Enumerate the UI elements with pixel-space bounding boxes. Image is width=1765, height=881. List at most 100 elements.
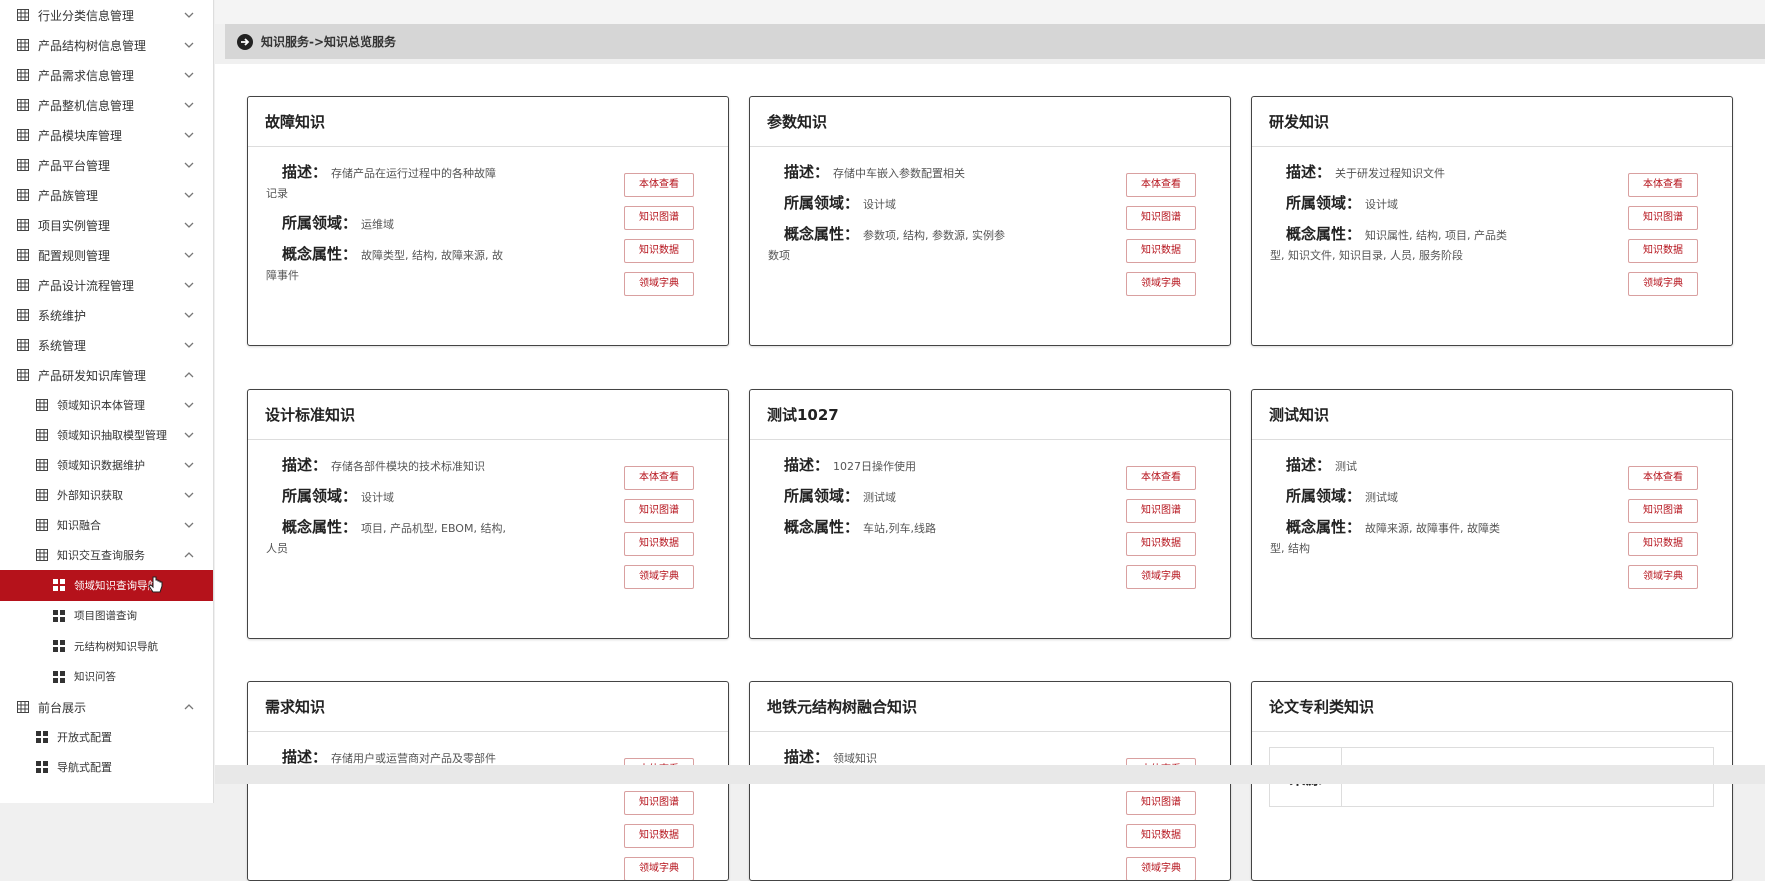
card-action-button-3[interactable]: 领域字典 [624, 565, 694, 589]
field-value: 设计域 [361, 491, 395, 504]
sidebar-item-8[interactable]: 配置规则管理 [0, 240, 213, 270]
sidebar-front-item-1[interactable]: 导航式配置 [0, 752, 213, 782]
card-action-button-2[interactable]: 知识数据 [1126, 532, 1196, 556]
sidebar: 行业分类信息管理 产品结构树信息管理 产品需求信息管理 产品整机信息管理产品模块库管理… [0, 0, 214, 803]
card-action-button-1[interactable]: 知识图谱 [1628, 499, 1698, 523]
menu-item-label: 导航式配置 [57, 761, 112, 774]
sidebar-item-9[interactable]: 产品设计流程管理 [0, 270, 213, 300]
sidebar-item-12[interactable]: 产品研发知识库管理 [0, 360, 213, 390]
card-title: 测试知识 [1252, 390, 1732, 440]
card-action-button-3[interactable]: 领域字典 [1126, 565, 1196, 589]
card-action-button-0[interactable]: 本体查看 [1628, 173, 1698, 197]
field-label: 概念属性： [282, 245, 358, 263]
field-value: 测试域 [863, 491, 897, 504]
grid-squares-icon [36, 761, 48, 773]
main-area: 知识服务->知识总览服务 故障知识 描述： 存储产品在运行过程中的各种故障记录 所属领… [215, 0, 1765, 881]
field-label: 描述： [1286, 456, 1332, 474]
sidebar-leaf-3[interactable]: 知识问答 [0, 662, 213, 693]
field-value: 存储中车嵌入参数配置相关 [833, 167, 966, 180]
sidebar-leaf-1[interactable]: 项目图谱查询 [0, 601, 213, 632]
table-grid-icon [17, 369, 29, 381]
card-action-button-2[interactable]: 知识数据 [624, 239, 694, 263]
sidebar-subitem-5[interactable]: 知识交互查询服务 [0, 540, 213, 570]
sidebar-subitem-3[interactable]: 外部知识获取 [0, 480, 213, 510]
chevron-down-icon [184, 72, 194, 78]
field-value: 测试 [1335, 460, 1358, 473]
sidebar-item-0[interactable]: 行业分类信息管理 [0, 0, 213, 30]
card-action-button-0[interactable]: 本体查看 [624, 173, 694, 197]
sidebar-item-5[interactable]: 产品平台管理 [0, 150, 213, 180]
chevron-up-icon [184, 552, 194, 558]
card-action-button-0[interactable]: 本体查看 [1126, 466, 1196, 490]
sidebar-leaf-0[interactable]: 领域知识查询导航 [0, 570, 213, 601]
card-actions: 本体查看知识图谱知识数据领域字典 [1126, 466, 1196, 598]
card-action-button-1[interactable]: 知识图谱 [624, 791, 694, 815]
field-label: 所属领域： [784, 487, 860, 505]
card-action-button-1[interactable]: 知识图谱 [624, 499, 694, 523]
card-action-button-2[interactable]: 知识数据 [1126, 239, 1196, 263]
card-action-button-3[interactable]: 领域字典 [624, 857, 694, 880]
sidebar-item-11[interactable]: 系统管理 [0, 330, 213, 360]
card-title: 需求知识 [248, 682, 728, 732]
breadcrumb: 知识服务->知识总览服务 [225, 24, 1765, 59]
sidebar-item-10[interactable]: 系统维护 [0, 300, 213, 330]
field-label: 描述： [282, 748, 328, 766]
field-label: 描述： [784, 163, 830, 181]
card-title: 参数知识 [750, 97, 1230, 147]
field-value: 设计域 [1365, 198, 1399, 211]
table-grid-icon [17, 189, 29, 201]
card-body: 描述：领域知识本体查看知识图谱知识数据领域字典 [750, 732, 1230, 880]
sidebar-item-3[interactable]: 产品整机信息管理 [0, 90, 213, 120]
hand-cursor-icon [148, 576, 163, 593]
chevron-down-icon [184, 12, 194, 18]
sidebar-item-front[interactable]: 前台展示 [0, 692, 213, 722]
grid-squares-icon [36, 731, 48, 743]
card-action-button-2[interactable]: 知识数据 [624, 532, 694, 556]
table-grid-icon [17, 39, 29, 51]
sidebar-item-6[interactable]: 产品族管理 [0, 180, 213, 210]
card-action-button-2[interactable]: 知识数据 [624, 824, 694, 848]
field-label: 描述： [282, 456, 328, 474]
knowledge-card: 测试知识 描述： 测试 所属领域： 测试域 概念属性： 故障来源, 故障事件, 故障类型, … [1251, 389, 1733, 639]
card-action-button-3[interactable]: 领域字典 [1126, 857, 1196, 880]
card-actions: 本体查看知识图谱知识数据领域字典 [1628, 466, 1698, 598]
field-label: 概念属性： [1286, 225, 1362, 243]
card-action-button-2[interactable]: 知识数据 [1628, 532, 1698, 556]
menu-item-label: 产品模块库管理 [38, 128, 123, 143]
field-attributes: 概念属性： 故障类型, 结构, 故障来源, 故障事件 [266, 243, 506, 284]
card-action-button-3[interactable]: 领域字典 [624, 272, 694, 296]
sidebar-subitem-2[interactable]: 领域知识数据维护 [0, 450, 213, 480]
chevron-down-icon [184, 462, 194, 468]
sidebar-item-2[interactable]: 产品需求信息管理 [0, 60, 213, 90]
card-action-button-3[interactable]: 领域字典 [1628, 565, 1698, 589]
card-action-button-0[interactable]: 本体查看 [1126, 173, 1196, 197]
bottom-bar [215, 765, 1765, 784]
sidebar-item-7[interactable]: 项目实例管理 [0, 210, 213, 240]
menu-item-label: 领域知识本体管理 [57, 399, 145, 412]
sidebar-item-4[interactable]: 产品模块库管理 [0, 120, 213, 150]
card-action-button-1[interactable]: 知识图谱 [1628, 206, 1698, 230]
sidebar-subitem-0[interactable]: 领域知识本体管理 [0, 390, 213, 420]
table-grid-icon [17, 99, 29, 111]
table-grid-icon [17, 129, 29, 141]
sidebar-leaf-2[interactable]: 元结构树知识导航 [0, 631, 213, 662]
card-action-button-0[interactable]: 本体查看 [1628, 466, 1698, 490]
card-action-button-1[interactable]: 知识图谱 [624, 206, 694, 230]
card-action-button-3[interactable]: 领域字典 [1628, 272, 1698, 296]
card-action-button-3[interactable]: 领域字典 [1126, 272, 1196, 296]
card-action-button-2[interactable]: 知识数据 [1126, 824, 1196, 848]
field-label: 所属领域： [784, 194, 860, 212]
card-action-button-1[interactable]: 知识图谱 [1126, 206, 1196, 230]
sidebar-item-1[interactable]: 产品结构树信息管理 [0, 30, 213, 60]
card-action-button-1[interactable]: 知识图谱 [1126, 499, 1196, 523]
card-action-button-1[interactable]: 知识图谱 [1126, 791, 1196, 815]
field-value: 运维域 [361, 218, 395, 231]
sidebar-front-item-0[interactable]: 开放式配置 [0, 722, 213, 752]
field-label: 描述： [1286, 163, 1332, 181]
card-action-button-0[interactable]: 本体查看 [624, 466, 694, 490]
sidebar-subitem-1[interactable]: 领域知识抽取模型管理 [0, 420, 213, 450]
table-grid-icon [36, 459, 48, 471]
card-action-button-2[interactable]: 知识数据 [1628, 239, 1698, 263]
chevron-down-icon [184, 42, 194, 48]
sidebar-subitem-4[interactable]: 知识融合 [0, 510, 213, 540]
